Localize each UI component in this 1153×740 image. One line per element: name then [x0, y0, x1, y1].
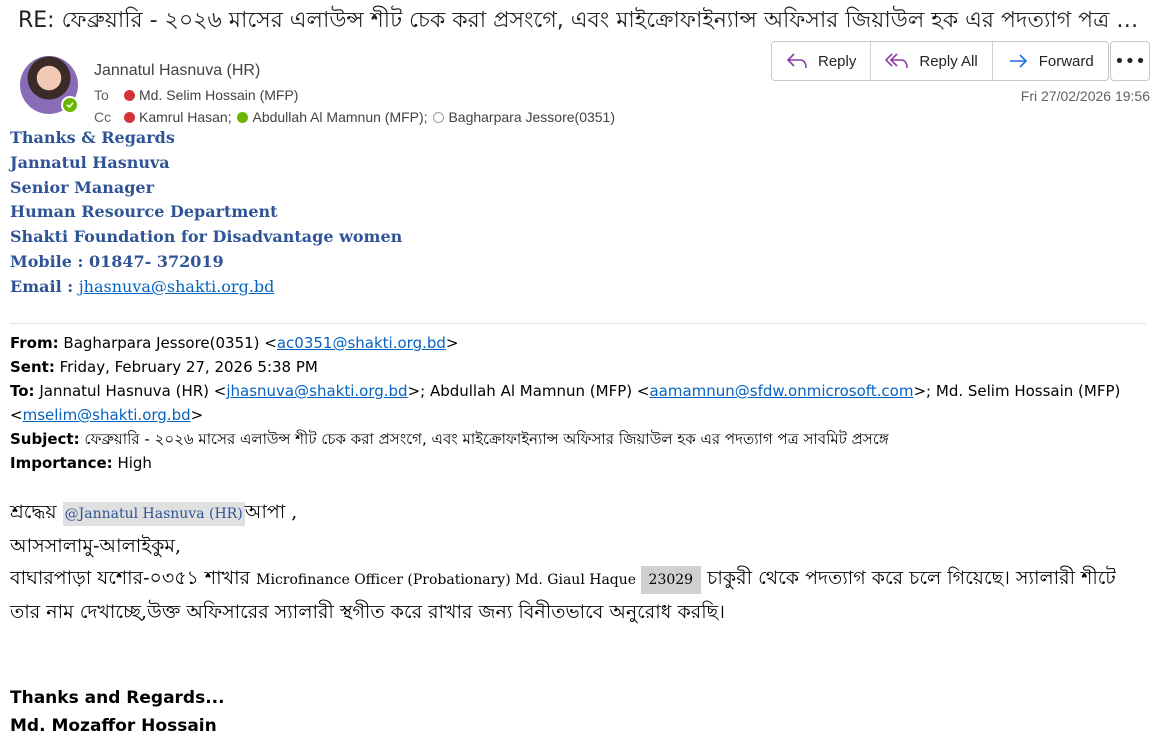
body-text: বাঘারপাড়া যশোর-০৩৫১ শাখার	[10, 567, 257, 589]
mobile-number: 01847- 372019	[88, 251, 224, 271]
reply-all-label: Reply All	[919, 52, 978, 70]
officer-details: Microfinance Officer (Probationary) Md. …	[256, 572, 641, 588]
from-label: From:	[10, 334, 59, 352]
quoted-from: Bagharpara Jessore(0351) <	[63, 334, 277, 352]
signature-line: Shakti Foundation for Disadvantage women	[10, 227, 403, 247]
signature-mobile: Mobile : 01847- 372019	[10, 250, 402, 275]
quoted-subject: ফেব্রুয়ারি - ২০২৬ মাসের এলাউন্স শীট চেক…	[84, 430, 889, 448]
cc-line: Cc Kamrul Hasan; Abdullah Al Mamnun (MFP)…	[94, 109, 615, 125]
cc-label: Cc	[94, 109, 112, 125]
avatar[interactable]	[20, 56, 79, 114]
forward-label: Forward	[1038, 52, 1094, 70]
quoted-to: >; Abdullah Al Mamnun (MFP) <	[407, 382, 650, 400]
reply-button[interactable]: Reply	[772, 42, 872, 80]
divider	[10, 323, 1146, 324]
quoted-header: From: Bagharpara Jessore(0351) <ac0351@s…	[10, 331, 1140, 475]
available-status-icon	[237, 112, 249, 123]
mobile-label: Mobile :	[10, 251, 89, 271]
closing-thanks: Thanks and Regards...	[10, 688, 225, 708]
closing-name: Md. Mozaffor Hossain	[10, 716, 217, 736]
from-email-link[interactable]: ac0351@shakti.org.bd	[277, 334, 446, 352]
email-subject: RE: ফেব্রুয়ারি - ২০২৬ মাসের এলাউন্স শীট…	[18, 8, 1146, 33]
signature-line: Thanks & Regards	[10, 128, 175, 147]
quoted-sent: Friday, February 27, 2026 5:38 PM	[59, 358, 318, 376]
message-body: শ্রদ্ধেয় @Jannatul Hasnuva (HR) আপা , আস…	[10, 496, 1145, 628]
signature-block: Thanks & Regards Jannatul Hasnuva Senior…	[10, 126, 402, 300]
to-email-link[interactable]: aamamnun@sfdw.onmicrosoft.com	[649, 382, 913, 400]
reply-all-icon	[885, 53, 909, 69]
reply-all-button[interactable]: Reply All	[871, 42, 993, 80]
signature-line: Human Resource Department	[10, 202, 278, 222]
unknown-status-icon	[433, 112, 445, 123]
more-options-button[interactable]: •••	[1110, 41, 1150, 81]
busy-status-icon	[124, 112, 135, 123]
greeting: শ্রদ্ধেয়	[10, 501, 63, 523]
mention-tag[interactable]: @Jannatul Hasnuva (HR)	[62, 502, 245, 526]
forward-icon	[1009, 54, 1027, 68]
bracket: >	[190, 406, 204, 424]
to-recipient[interactable]: Md. Selim Hossain (MFP)	[139, 87, 298, 103]
importance-label: Importance:	[10, 454, 113, 472]
body-paragraph: বাঘারপাড়া যশোর-০৩৫১ শাখার Microfinance …	[10, 562, 1145, 628]
signature-email-link[interactable]: jhasnuva@shakti.org.bd	[79, 277, 275, 296]
salutation: আসসালামু-আলাইকুম,	[10, 535, 182, 557]
sender-name[interactable]: Jannatul Hasnuva (HR)	[94, 62, 260, 80]
closing: Thanks and Regards... Md. Mozaffor Hossa…	[10, 684, 225, 740]
quoted-to: >; Md. Selim Hossain (MFP)	[913, 382, 1121, 400]
busy-status-icon	[124, 90, 135, 101]
greeting-suffix: আপা ,	[244, 501, 298, 523]
to-line: To Md. Selim Hossain (MFP)	[94, 87, 298, 103]
to-email-link[interactable]: jhasnuva@shakti.org.bd	[226, 382, 407, 400]
sent-label: Sent:	[10, 358, 55, 376]
to-label-quoted: To:	[10, 382, 35, 400]
employee-id: 23029	[640, 566, 702, 594]
bracket: <	[10, 406, 23, 424]
email-label: Email :	[10, 276, 79, 296]
message-actions: Reply Reply All Forward	[771, 41, 1109, 81]
presence-available-icon	[61, 96, 79, 114]
to-label: To	[94, 87, 109, 103]
cc-recipient[interactable]: Abdullah Al Mamnun (MFP);	[252, 109, 427, 125]
reply-label: Reply	[818, 52, 857, 70]
bracket: >	[445, 334, 459, 352]
signature-line: Senior Manager	[10, 177, 154, 197]
signature-email: Email : jhasnuva@shakti.org.bd	[10, 275, 402, 300]
importance-value: High	[117, 454, 152, 472]
quoted-to: Jannatul Hasnuva (HR) <	[39, 382, 227, 400]
received-date: Fri 27/02/2026 19:56	[1020, 88, 1150, 104]
signature-line: Jannatul Hasnuva	[10, 152, 170, 172]
to-email-link[interactable]: mselim@shakti.org.bd	[23, 406, 191, 424]
subject-label: Subject:	[10, 430, 80, 448]
reply-icon	[786, 53, 807, 69]
cc-recipient[interactable]: Bagharpara Jessore(0351)	[448, 109, 615, 125]
forward-button[interactable]: Forward	[993, 42, 1108, 80]
cc-recipient[interactable]: Kamrul Hasan;	[139, 109, 232, 125]
